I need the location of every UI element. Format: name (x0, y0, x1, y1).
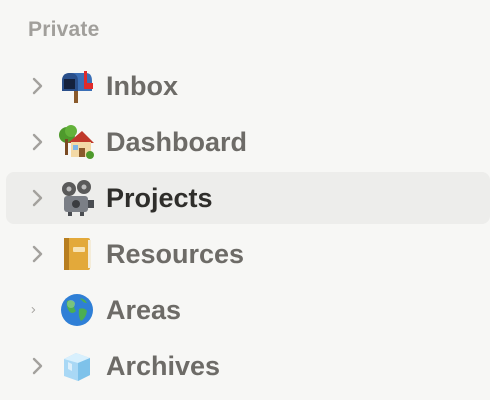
chevron-right-icon[interactable] (20, 340, 56, 392)
sidebar-item-resources[interactable]: Resources (6, 228, 490, 280)
sidebar-item-projects[interactable]: Projects (6, 172, 490, 224)
chevron-right-icon[interactable] (20, 60, 56, 112)
globe-icon (58, 291, 96, 329)
ice-cube-icon (58, 347, 96, 385)
sidebar-item-label: Dashboard (106, 126, 248, 157)
sidebar-item-inbox[interactable]: Inbox (6, 60, 490, 112)
page-list: Inbox Dashboard Projects Resources Areas… (6, 60, 490, 396)
section-label-private[interactable]: Private (28, 18, 99, 42)
chevron-right-icon[interactable] (20, 172, 56, 224)
sidebar-item-label: Areas (106, 294, 182, 325)
chevron-right-icon[interactable] (20, 116, 56, 168)
sidebar-item-archives[interactable]: Archives (6, 340, 490, 392)
sidebar-item-label: Inbox (106, 70, 178, 101)
house-icon (58, 123, 96, 161)
sidebar-item-label: Projects (106, 182, 213, 213)
chevron-right-icon[interactable] (20, 228, 56, 280)
sidebar-item-areas[interactable]: Areas (6, 284, 490, 336)
chevron-right-icon[interactable] (20, 284, 56, 336)
sidebar-item-dashboard[interactable]: Dashboard (6, 116, 490, 168)
sidebar-item-label: Archives (106, 350, 221, 381)
mailbox-icon (58, 67, 96, 105)
sidebar-item-label: Resources (106, 238, 245, 269)
notebook-icon (58, 235, 96, 273)
film-projector-icon (58, 179, 96, 217)
sidebar: Private Inbox Dashboard Projects Resourc… (0, 0, 490, 400)
